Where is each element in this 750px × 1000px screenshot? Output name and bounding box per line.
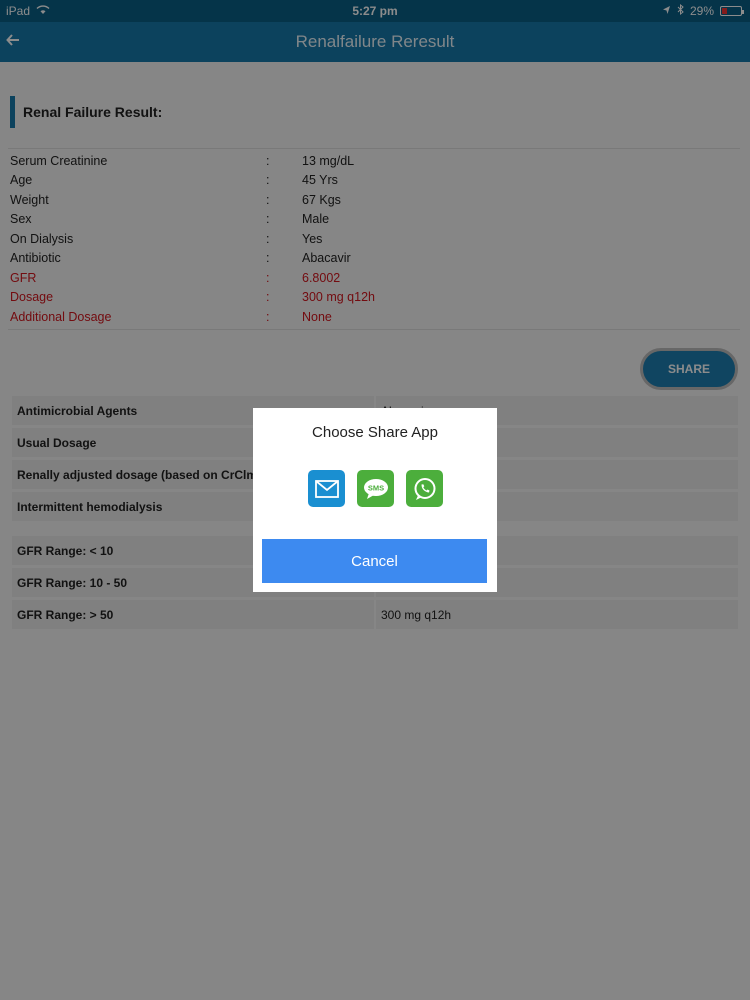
cancel-button[interactable]: Cancel <box>262 539 487 583</box>
mail-icon[interactable] <box>308 470 345 507</box>
share-dialog: Choose Share App SMS Cancel <box>253 408 497 592</box>
whatsapp-icon[interactable] <box>406 470 443 507</box>
share-app-list: SMS <box>308 470 443 507</box>
sms-icon[interactable]: SMS <box>357 470 394 507</box>
sms-label: SMS <box>367 483 383 492</box>
dialog-title: Choose Share App <box>312 424 438 441</box>
